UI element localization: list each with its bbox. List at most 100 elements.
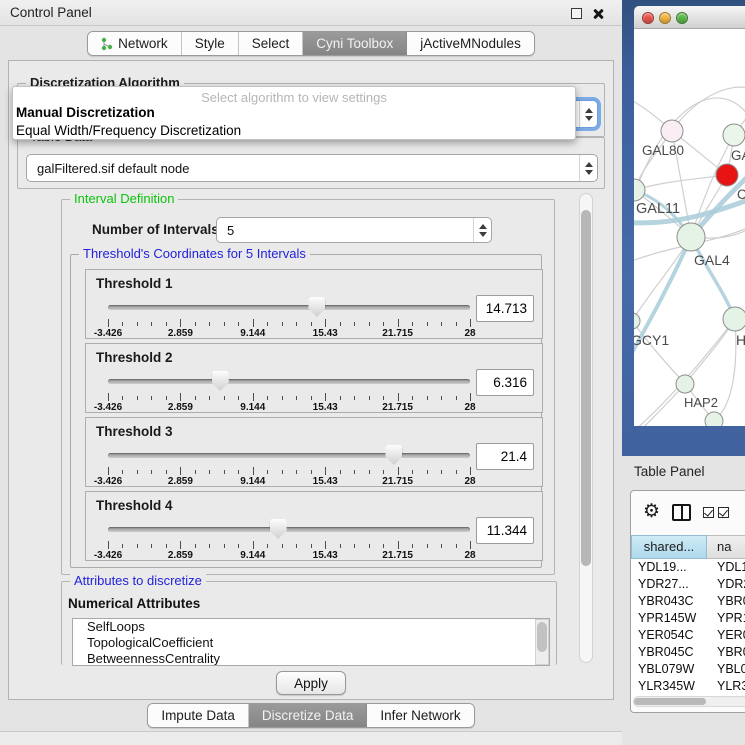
number-of-intervals-value: 5 (217, 223, 473, 238)
close-icon[interactable] (591, 7, 604, 20)
threshold-slider[interactable]: -3.4262.8599.14415.4321.71528 (108, 444, 470, 486)
cell-name: YDL1 (707, 559, 745, 576)
slider-handle[interactable] (270, 519, 287, 539)
tab-style[interactable]: Style (182, 32, 239, 55)
attributes-list-scrollbar[interactable] (535, 619, 549, 665)
network-edge[interactable] (634, 237, 691, 321)
tick-mark (137, 322, 138, 326)
zoom-traffic-light[interactable] (676, 12, 688, 24)
tick-mark (238, 396, 239, 400)
table-data-combobox[interactable]: galFiltered.sif default node (26, 154, 598, 182)
checkbox-checked-icon[interactable] (718, 507, 729, 518)
network-edge[interactable] (634, 321, 685, 384)
network-node[interactable] (716, 164, 738, 186)
column-header-name[interactable]: na (707, 535, 745, 559)
table-horizontal-scrollbar[interactable] (633, 696, 745, 707)
table-row[interactable]: YLR345WYLR3 (631, 678, 745, 695)
table-row[interactable]: YBL079WYBL0 (631, 661, 745, 678)
cell-name: YDR2 (707, 576, 745, 593)
tick-mark (224, 322, 225, 326)
slider-handle[interactable] (385, 445, 402, 465)
tick-mark (224, 396, 225, 400)
tick-mark (441, 322, 442, 326)
algorithm-prompt-item[interactable]: Select algorithm to view settings (13, 87, 575, 104)
tick-mark (383, 470, 384, 474)
threshold-slider[interactable]: -3.4262.8599.14415.4321.71528 (108, 518, 470, 560)
table-row[interactable]: YBR045CYBR0 (631, 644, 745, 661)
network-canvas[interactable]: GAL80GACGAL11GAL4GCY1HHAP2 (634, 29, 745, 426)
slider-track[interactable] (108, 453, 470, 458)
threshold-slider[interactable]: -3.4262.8599.14415.4321.71528 (108, 370, 470, 412)
algorithm-item-manual[interactable]: Manual Discretization (13, 104, 575, 122)
tab-infer-network[interactable]: Infer Network (367, 704, 473, 727)
apply-button[interactable]: Apply (276, 671, 346, 695)
threshold-value-field[interactable]: 6.316 (476, 369, 534, 396)
tick-label: 15.43 (313, 550, 338, 561)
tick-mark (427, 544, 428, 548)
tick-mark (267, 322, 268, 326)
network-node[interactable] (676, 375, 694, 393)
threshold-value-field[interactable]: 11.344 (476, 517, 534, 544)
table-row[interactable]: YPR145WYPR1 (631, 610, 745, 627)
table-row[interactable]: YDL19...YDL1 (631, 559, 745, 576)
numerical-attributes-list[interactable]: SelfLoopsTopologicalCoefficientBetweenne… (72, 618, 550, 666)
tab-network[interactable]: Network (88, 32, 182, 55)
tick-mark (238, 470, 239, 474)
checkbox-checked-icon[interactable] (703, 507, 714, 518)
node-label: HAP2 (684, 395, 718, 410)
tick-mark (369, 396, 370, 400)
tab-jactivemnodules[interactable]: jActiveMNodules (407, 32, 534, 55)
network-edge[interactable] (634, 384, 685, 426)
threshold-slider[interactable]: -3.4262.8599.14415.4321.71528 (108, 296, 470, 338)
tick-label: 2.859 (168, 402, 193, 413)
tick-label: 9.144 (240, 328, 265, 339)
tab-select[interactable]: Select (239, 32, 304, 55)
slider-handle[interactable] (212, 371, 229, 391)
algorithm-item-equal-width[interactable]: Equal Width/Frequency Discretization (13, 122, 575, 140)
tick-mark (209, 544, 210, 548)
tick-mark (267, 396, 268, 400)
network-node[interactable] (723, 307, 745, 331)
table-row[interactable]: YBR043CYBR0 (631, 593, 745, 610)
slider-track[interactable] (108, 305, 470, 310)
network-node[interactable] (661, 120, 683, 142)
threshold-value-field[interactable]: 14.713 (476, 295, 534, 322)
threshold-value-field[interactable]: 21.4 (476, 443, 534, 470)
columns-icon[interactable] (672, 504, 691, 521)
gear-icon[interactable]: ⚙ (643, 502, 660, 522)
tab-label: jActiveMNodules (420, 36, 521, 51)
table-row[interactable]: YER054CYER0 (631, 627, 745, 644)
tick-label: 28 (464, 402, 475, 413)
tick-mark (166, 544, 167, 548)
attribute-list-item[interactable]: TopologicalCoefficient (73, 635, 549, 651)
tick-mark (427, 470, 428, 474)
network-node[interactable] (634, 313, 640, 329)
tick-mark (267, 544, 268, 548)
tab-cyni-toolbox[interactable]: Cyni Toolbox (303, 32, 407, 55)
tab-impute-data[interactable]: Impute Data (148, 704, 249, 727)
close-traffic-light[interactable] (642, 12, 654, 24)
tick-mark (340, 470, 341, 474)
tab-discretize-data[interactable]: Discretize Data (249, 704, 368, 727)
cell-name: YPR1 (707, 610, 745, 627)
attribute-list-item[interactable]: BetweennessCentrality (73, 651, 549, 666)
settings-vertical-scrollbar[interactable] (579, 193, 593, 663)
bottom-strip (0, 731, 622, 745)
tick-mark (180, 393, 181, 401)
network-node[interactable] (677, 223, 705, 251)
attribute-list-item[interactable]: SelfLoops (73, 619, 549, 635)
column-header-shared-name[interactable]: shared... (631, 535, 707, 559)
interval-definition-group: Interval Definition Number of Intervals … (61, 199, 555, 575)
tick-mark (151, 470, 152, 474)
table-panel-section: Table Panel ⚙ shared... na YDL19...YDL1Y… (622, 456, 745, 745)
slider-track[interactable] (108, 379, 470, 384)
tick-mark (253, 393, 254, 401)
network-node[interactable] (705, 412, 723, 426)
number-of-intervals-combobox[interactable]: 5 (216, 217, 492, 243)
table-row[interactable]: YDR27...YDR2 (631, 576, 745, 593)
slider-track[interactable] (108, 527, 470, 532)
minimize-traffic-light[interactable] (659, 12, 671, 24)
slider-handle[interactable] (308, 297, 325, 317)
network-node[interactable] (723, 124, 745, 146)
float-window-icon[interactable] (571, 8, 582, 19)
